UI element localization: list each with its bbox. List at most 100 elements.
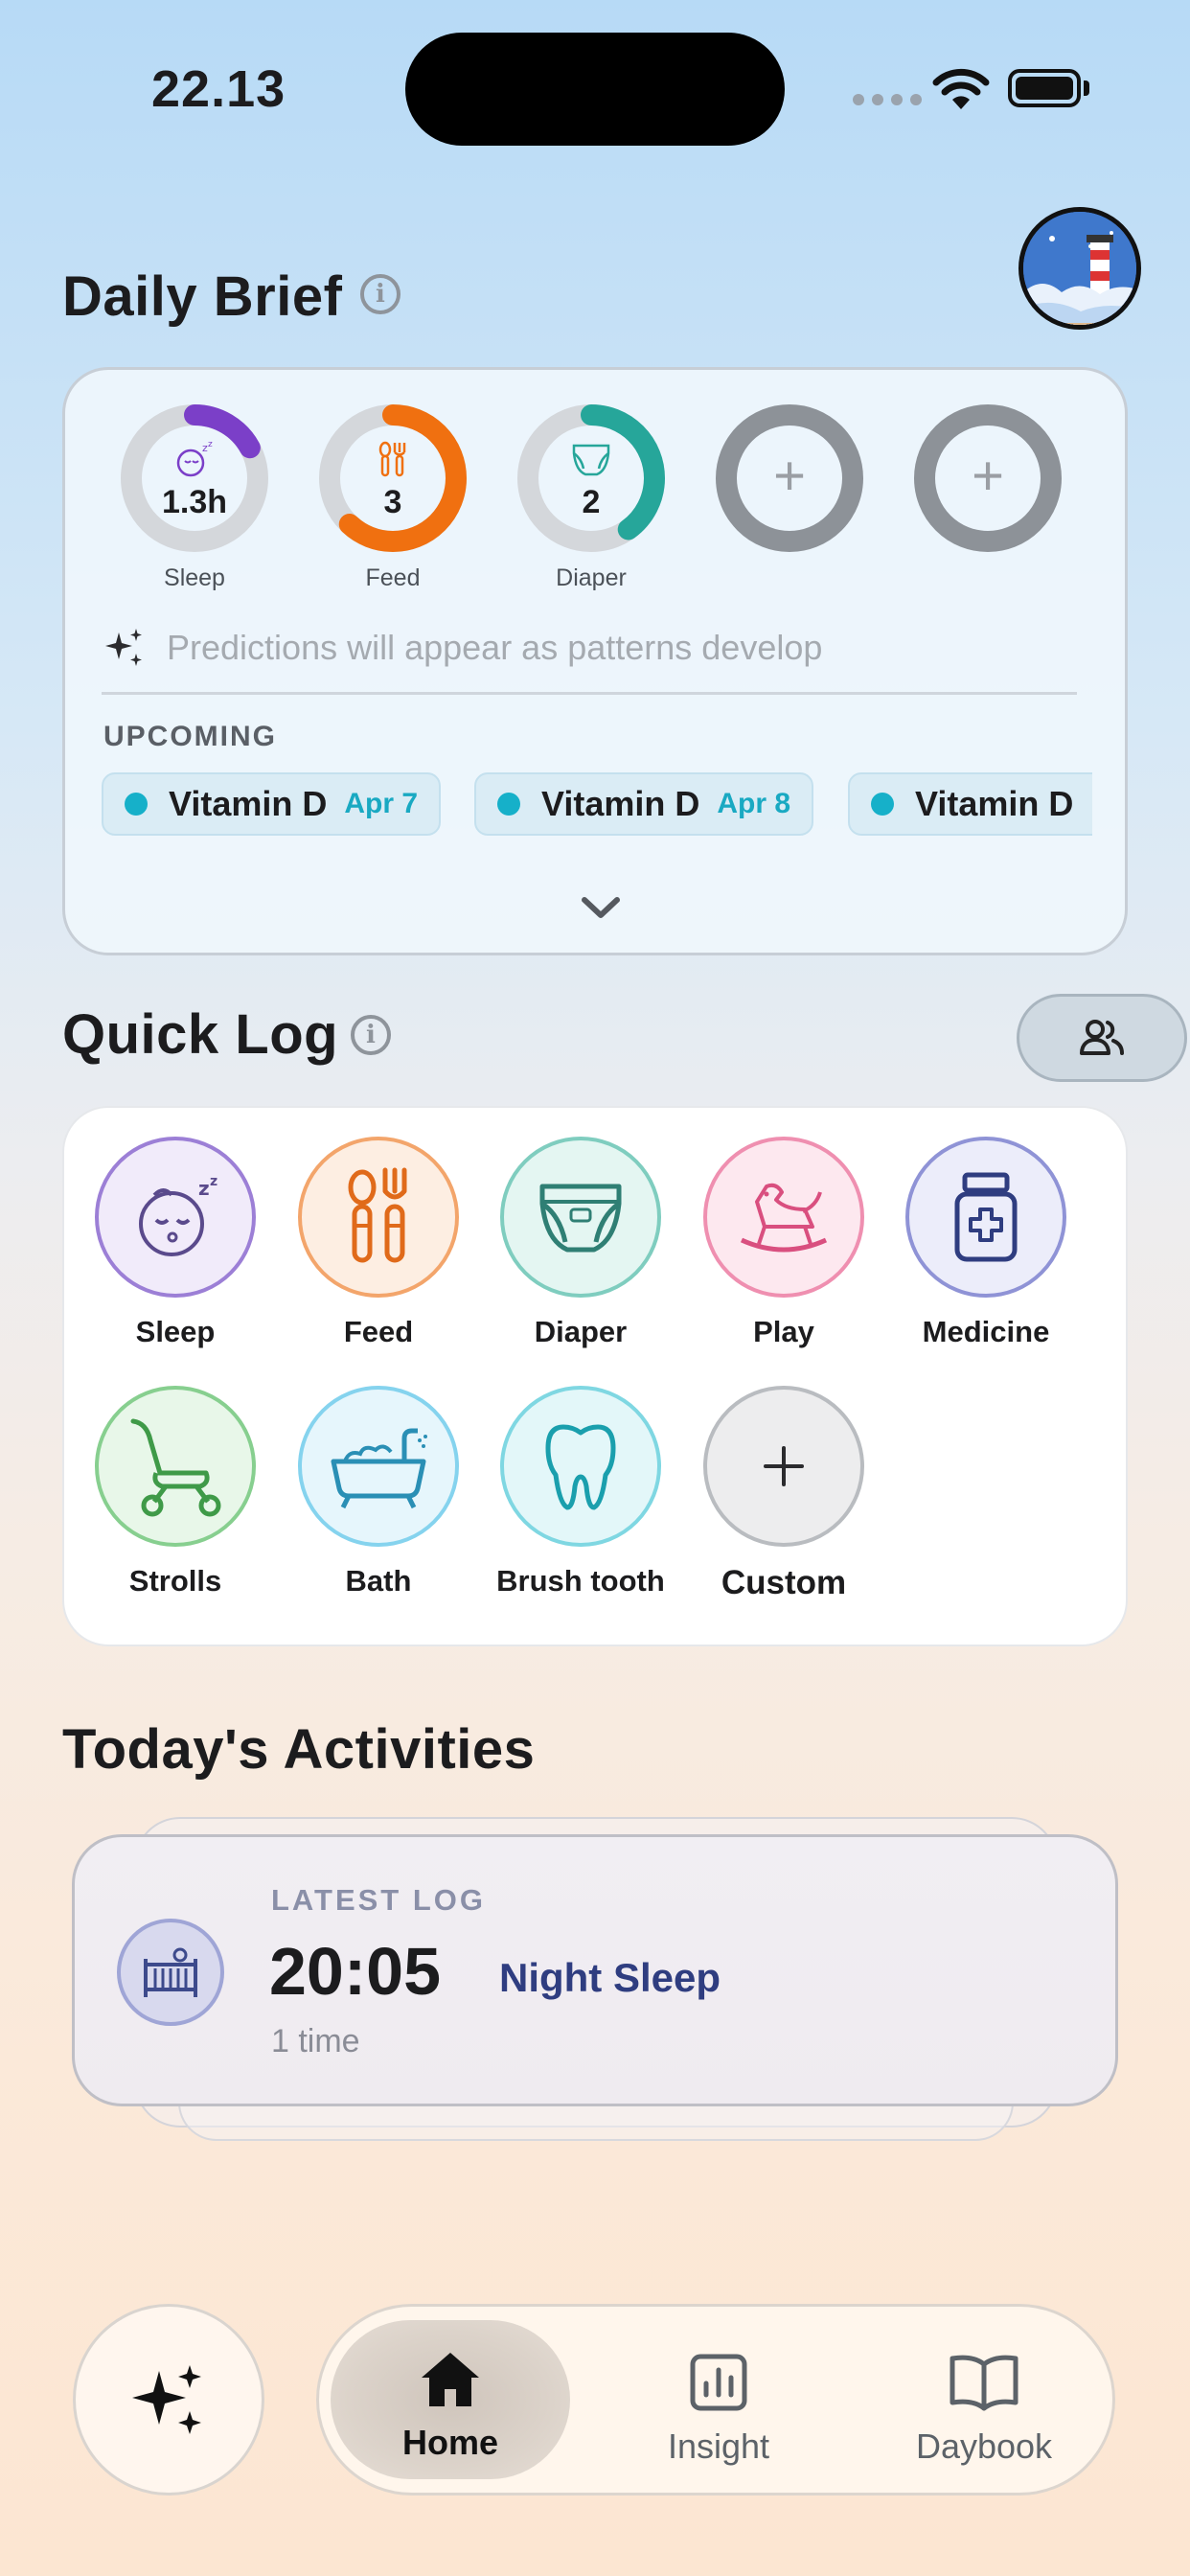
progress-ring [121, 404, 268, 552]
quick-log-label: Sleep [135, 1315, 216, 1348]
quick-log-brush-tooth[interactable]: Brush tooth [485, 1386, 676, 1598]
prediction-row: Predictions will appear as patterns deve… [103, 627, 822, 669]
upcoming-list: Vitamin D Apr 7 Vitamin D Apr 8 Vitamin … [102, 772, 1092, 840]
quick-log-play[interactable]: Play [688, 1137, 880, 1349]
chevron-down-icon[interactable] [579, 892, 623, 921]
quick-log-strolls[interactable]: Strolls [80, 1386, 271, 1598]
upcoming-heading: UPCOMING [103, 721, 277, 752]
svg-text:z: z [208, 440, 213, 449]
medicine-bottle-icon [905, 1137, 1066, 1298]
upcoming-date: Apr 7 [344, 788, 419, 819]
quick-log-label: Custom [721, 1564, 847, 1601]
dynamic-island [405, 33, 785, 146]
sleeping-baby-icon: zz [118, 440, 271, 478]
quick-log-title: Quick Log [62, 1003, 339, 1066]
latest-log-card[interactable]: LATEST LOG 20:05 Night Sleep 1 time [72, 1834, 1118, 2106]
ai-assistant-button[interactable] [73, 2304, 264, 2496]
upcoming-name: Vitamin D [915, 784, 1074, 823]
latest-log-name: Night Sleep [499, 1955, 721, 2000]
upcoming-chip[interactable]: Vitamin D Apr 8 [474, 772, 814, 836]
latest-log-time: 20:05 [269, 1934, 442, 2009]
sparkle-icon [105, 629, 142, 666]
upcoming-name: Vitamin D [541, 784, 700, 823]
daily-brief-info-icon[interactable]: i [360, 274, 400, 314]
profile-avatar[interactable] [1018, 207, 1141, 330]
sparkle-icon [132, 2365, 201, 2434]
ring-diaper[interactable]: 2 Diaper [515, 402, 668, 592]
book-icon [950, 2355, 1018, 2411]
quick-log-label: Brush tooth [496, 1564, 665, 1598]
quick-log-bath[interactable]: Bath [283, 1386, 474, 1598]
progress-ring [319, 404, 467, 552]
tab-label: Insight [667, 2426, 770, 2466]
upcoming-chip[interactable]: Vitamin D Apr 7 [102, 772, 442, 836]
daily-brief-card: z z 1.3h Sleep 3 Feed 2 Diaper + + Predictions wi… [62, 367, 1128, 955]
rocking-horse-icon [703, 1137, 864, 1298]
quick-log-sleep[interactable]: z z Sleep [80, 1137, 271, 1349]
quick-log-diaper[interactable]: Diaper [485, 1137, 676, 1349]
status-dot [125, 793, 148, 816]
caregivers-button[interactable] [1017, 994, 1187, 1082]
crib-icon [117, 1919, 224, 2026]
quick-log-label: Bath [345, 1564, 412, 1598]
activities-title: Today's Activities [62, 1718, 536, 1781]
signal-dots-icon [853, 94, 922, 105]
ring-value: 1.3h [161, 484, 228, 520]
ring-add[interactable]: + [713, 402, 866, 564]
plus-icon: + [972, 445, 1004, 507]
status-time: 22.13 [151, 60, 286, 118]
quick-log-custom[interactable]: Custom [688, 1386, 880, 1602]
upcoming-name: Vitamin D [169, 784, 328, 823]
ring-label: Diaper [556, 564, 627, 591]
progress-ring [517, 404, 665, 552]
quick-log-card: z z Sleep Feed Diaper Play Medicine Strolls Bath… [62, 1106, 1128, 1646]
svg-text:z: z [198, 1177, 210, 1200]
upcoming-date: Apr 8 [717, 788, 791, 819]
tab-label: Daybook [915, 2426, 1053, 2466]
stroller-icon [95, 1386, 256, 1547]
quick-log-medicine[interactable]: Medicine [890, 1137, 1082, 1349]
upcoming-chip[interactable]: Vitamin D [848, 772, 1092, 836]
quick-log-label: Diaper [534, 1315, 628, 1348]
quick-log-info-icon[interactable]: i [351, 1015, 391, 1055]
tab-insight[interactable]: Insight [599, 2353, 838, 2467]
tab-daybook[interactable]: Daybook [864, 2353, 1104, 2467]
quick-log-label: Medicine [922, 1315, 1050, 1348]
ring-value: 2 [582, 484, 601, 520]
home-icon [422, 2353, 479, 2406]
diaper-icon [500, 1137, 661, 1298]
wifi-icon [931, 67, 991, 116]
divider [102, 692, 1077, 695]
battery-icon [1008, 69, 1081, 107]
svg-text:z: z [210, 1174, 217, 1189]
tooth-icon [500, 1386, 661, 1547]
quick-log-feed[interactable]: Feed [283, 1137, 474, 1349]
tab-bar: Home Insight Daybook [316, 2304, 1115, 2496]
tab-label: Home [401, 2423, 499, 2462]
quick-log-label: Feed [343, 1315, 414, 1348]
ring-label: Feed [365, 564, 421, 591]
quick-log-label: Strolls [128, 1564, 222, 1598]
latest-log-label: LATEST LOG [271, 1883, 487, 1917]
status-dot [497, 793, 520, 816]
quick-log-label: Play [753, 1315, 814, 1348]
ring-add[interactable]: + [911, 402, 1064, 564]
ring-feed[interactable]: 3 Feed [316, 402, 469, 592]
ring-value: 3 [383, 484, 402, 520]
plus-icon: + [773, 445, 806, 507]
people-icon [1080, 1020, 1124, 1055]
ring-sleep[interactable]: z z 1.3h Sleep [118, 402, 271, 592]
plus-icon [703, 1386, 864, 1547]
tab-home[interactable]: Home [331, 2349, 570, 2463]
status-dot [871, 793, 894, 816]
spoon-fork-icon [298, 1137, 459, 1298]
spoon-fork-icon [316, 440, 469, 478]
diaper-icon [515, 440, 668, 478]
prediction-text: Predictions will appear as patterns deve… [167, 628, 823, 667]
bathtub-icon [298, 1386, 459, 1547]
daily-brief-title: Daily Brief [62, 265, 343, 328]
latest-log-count: 1 time [271, 2023, 360, 2059]
sleeping-baby-icon: zz [95, 1137, 256, 1298]
ring-label: Sleep [164, 564, 225, 591]
chart-icon [690, 2354, 747, 2411]
